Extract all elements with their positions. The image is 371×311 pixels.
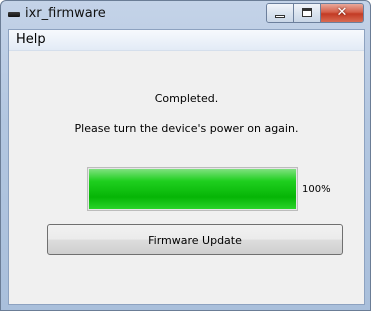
client-area: Help Completed. Please turn the device's… bbox=[8, 29, 365, 305]
app-window: ixr_firmware ✕ Help Completed. Please tu… bbox=[0, 0, 371, 311]
menu-help[interactable]: Help bbox=[9, 30, 53, 50]
maximize-button[interactable] bbox=[294, 4, 321, 22]
app-icon bbox=[8, 12, 20, 17]
window-title: ixr_firmware bbox=[25, 6, 106, 21]
minimize-icon bbox=[275, 15, 285, 18]
close-icon: ✕ bbox=[336, 5, 348, 20]
main-panel: Completed. Please turn the device's powe… bbox=[9, 51, 364, 304]
progress-percent: 100% bbox=[302, 184, 331, 195]
instruction-text: Please turn the device's power on again. bbox=[74, 122, 299, 135]
close-button[interactable]: ✕ bbox=[321, 4, 363, 22]
status-text: Completed. bbox=[154, 92, 219, 105]
maximize-icon bbox=[302, 8, 312, 17]
minimize-button[interactable] bbox=[267, 4, 294, 22]
progress-bar bbox=[87, 167, 298, 211]
firmware-update-button[interactable]: Firmware Update bbox=[47, 224, 343, 255]
title-bar[interactable]: ixr_firmware ✕ bbox=[1, 1, 370, 29]
menu-bar: Help bbox=[9, 30, 364, 51]
progress-bar-fill bbox=[89, 169, 296, 209]
caption-buttons: ✕ bbox=[266, 3, 364, 23]
